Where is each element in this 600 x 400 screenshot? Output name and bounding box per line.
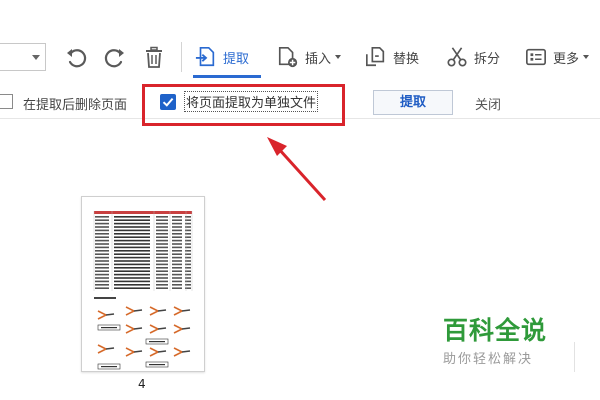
more-tool-label: 更多 [553,51,580,67]
toolbar: 提取 插入 替换 拆分 更多 [0,0,600,78]
extract-tool-label: 提取 [223,51,250,67]
extract-as-separate-checkbox[interactable] [160,94,176,110]
extract-tool-button[interactable]: 提取 [195,44,249,70]
redo-icon[interactable] [103,45,127,69]
replace-tool-button[interactable]: 替换 [365,44,419,70]
delete-after-extract-label[interactable]: 在提取后删除页面 [23,94,127,113]
insert-tool-button[interactable]: 插入 [277,44,342,70]
page-thumbnail-preview [93,211,193,370]
checkmark-icon [162,97,174,107]
scrollbar-edge [574,342,581,372]
replace-tool-label: 替换 [393,51,420,67]
zoom-dropdown[interactable] [0,43,46,71]
chevron-down-icon [335,55,342,59]
replace-page-icon [366,47,385,67]
chevron-down-icon [583,55,590,59]
more-tool-button[interactable]: 更多 [525,44,590,70]
trash-icon[interactable] [142,45,166,69]
watermark-subtitle: 助你轻松解决 [443,352,534,367]
extract-button[interactable]: 提取 [373,90,453,115]
delete-after-extract-checkbox[interactable] [0,94,13,109]
extract-as-separate-label[interactable]: 将页面提取为单独文件 [183,91,319,112]
watermark: 百科全说 助你轻松解决 [443,316,555,367]
scissors-icon [447,47,467,67]
toolbar-separator [181,42,182,72]
watermark-title: 百科全说 [443,316,548,345]
page-number: 4 [138,377,146,391]
page-thumbnail[interactable] [81,196,205,372]
insert-tool-label: 插入 [305,51,332,67]
more-icon [526,48,546,66]
undo-icon[interactable] [64,45,88,69]
chevron-down-icon [32,55,40,60]
extract-page-icon [195,47,215,67]
split-tool-label: 拆分 [474,51,501,67]
insert-page-icon [278,47,298,68]
close-link[interactable]: 关闭 [475,94,501,113]
split-tool-button[interactable]: 拆分 [446,44,500,70]
